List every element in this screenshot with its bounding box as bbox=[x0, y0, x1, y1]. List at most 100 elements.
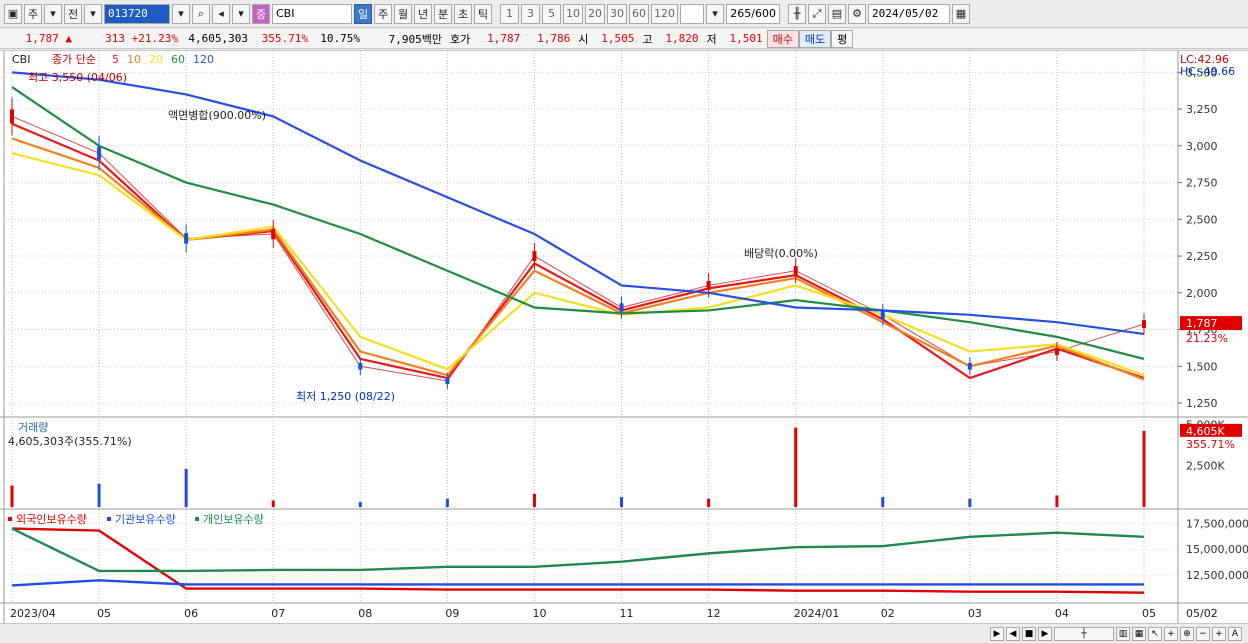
interval-button[interactable]: 5 bbox=[542, 3, 561, 24]
candle-body bbox=[10, 109, 14, 124]
high-price: 1,820 bbox=[665, 32, 699, 45]
x-axis-label: 12 bbox=[707, 607, 721, 620]
ma5-line bbox=[11, 122, 1145, 380]
candle-body bbox=[1054, 348, 1059, 356]
volume-bar bbox=[358, 502, 362, 507]
period-button[interactable]: 분 bbox=[434, 3, 452, 24]
add-icon[interactable]: + bbox=[1212, 626, 1226, 641]
bid-ask-label: 호가 bbox=[450, 32, 471, 46]
candle-body bbox=[619, 303, 624, 312]
holding-tick-label: 15,000,000 bbox=[1186, 543, 1248, 556]
stock-name-legend: CBI bbox=[12, 53, 30, 66]
ma-legend-item: 10 bbox=[127, 53, 141, 66]
stop-icon[interactable]: ■ bbox=[1022, 626, 1036, 641]
ma-legend-item: 120 bbox=[193, 53, 214, 66]
price-tick-label: 2,500 bbox=[1186, 213, 1218, 226]
chart-svg[interactable]: 2023/04 05 06 07 08 09 10 11 12 2024/01 02 03 04 05 05… bbox=[0, 51, 1248, 625]
code-dropdown-icon[interactable]: ▾ bbox=[172, 3, 190, 24]
low-note: 최저 1,250 (08/22) bbox=[296, 390, 395, 403]
holding-tick-label: 12,500,000 bbox=[1186, 569, 1248, 582]
price-tick-label: 1,500 bbox=[1186, 360, 1218, 373]
date-field[interactable]: 2024/05/02 bbox=[868, 3, 950, 24]
volume-value-label: 4,605,303주(355.71%) bbox=[8, 435, 132, 448]
grid-icon[interactable]: ▦ bbox=[1132, 626, 1146, 641]
ma60-line bbox=[11, 86, 1145, 360]
price-tick-label: 3,250 bbox=[1186, 103, 1218, 116]
period-button[interactable]: 일 bbox=[354, 3, 372, 24]
interval-custom-input[interactable] bbox=[680, 3, 704, 24]
chart-area[interactable]: 2023/04 05 06 07 08 09 10 11 12 2024/01 02 03 04 05 05… bbox=[0, 50, 1248, 625]
pointer-icon[interactable]: ↖ bbox=[1148, 626, 1162, 641]
x-axis-label: 11 bbox=[620, 607, 634, 620]
x-axis-label: 04 bbox=[1055, 607, 1069, 620]
x-axis-label: 08 bbox=[358, 607, 372, 620]
mode-b-select[interactable]: 전 bbox=[64, 3, 82, 24]
speaker-dropdown-icon[interactable]: ▾ bbox=[232, 3, 250, 24]
indicator-icon[interactable]: ⤢ bbox=[808, 3, 826, 24]
candle-type-icon[interactable]: ╫ bbox=[788, 3, 806, 24]
candle-body bbox=[271, 228, 276, 240]
search-icon[interactable]: ⌕ bbox=[192, 3, 210, 24]
x-axis-label: 03 bbox=[968, 607, 982, 620]
layout-icon[interactable]: ▥ bbox=[1116, 626, 1130, 641]
buy-button[interactable]: 매수 bbox=[766, 29, 799, 48]
mode-b-dropdown-icon[interactable]: ▾ bbox=[84, 3, 102, 24]
interval-button[interactable]: 20 bbox=[585, 3, 605, 24]
price-tick-label: 3,000 bbox=[1186, 140, 1218, 153]
current-price: 1,787 ▲ bbox=[25, 32, 72, 45]
interval-button[interactable]: 60 bbox=[629, 3, 649, 24]
letter-a-icon[interactable]: A bbox=[1228, 626, 1242, 641]
interval-button[interactable]: 1 bbox=[500, 3, 519, 24]
volume-tick-label: 2,500K bbox=[1186, 460, 1225, 473]
volume-bar bbox=[707, 498, 711, 507]
institution-holding-line bbox=[11, 579, 1144, 587]
sell-button[interactable]: 매도 bbox=[798, 29, 832, 48]
gear-icon[interactable]: ⚙ bbox=[848, 3, 866, 24]
candle-body bbox=[1142, 320, 1146, 329]
interval-button[interactable]: 10 bbox=[563, 3, 583, 24]
chart-window: ▣ 주 ▾ 전 ▾ 013720 ▾ ⌕ ◂ ▾ 증 CBI 일주월년분초틱 1… bbox=[0, 0, 1248, 643]
period-button[interactable]: 월 bbox=[394, 3, 412, 24]
count-display[interactable]: 265/600 bbox=[726, 3, 780, 24]
volume-bar bbox=[1142, 430, 1146, 507]
ask-price: 1,787 bbox=[487, 32, 521, 45]
x-axis-label: 09 bbox=[445, 607, 459, 620]
zoom-slider[interactable]: ┼ bbox=[1054, 626, 1114, 641]
interval-dropdown-icon[interactable]: ▾ bbox=[706, 3, 724, 24]
bid-price: 1,786 bbox=[537, 32, 571, 45]
window-icon[interactable]: ▣ bbox=[4, 3, 22, 24]
x-axis-label: 05 bbox=[97, 607, 111, 620]
interval-button[interactable]: 30 bbox=[607, 3, 627, 24]
period-button[interactable]: 초 bbox=[454, 3, 472, 24]
calendar-icon[interactable]: ▦ bbox=[952, 3, 970, 24]
speaker-icon[interactable]: ◂ bbox=[212, 3, 230, 24]
save-icon[interactable]: ▤ bbox=[828, 3, 846, 24]
price-tick-label: 2,000 bbox=[1186, 287, 1218, 300]
current-change-tag-text: 21.23% bbox=[1186, 332, 1228, 345]
holding-tick-label: 17,500,000 bbox=[1186, 517, 1248, 530]
mode-a-dropdown-icon[interactable]: ▾ bbox=[44, 3, 62, 24]
volume-bar bbox=[97, 483, 101, 507]
eval-button[interactable]: 평 bbox=[831, 29, 854, 48]
mode-a-select[interactable]: 주 bbox=[24, 3, 42, 24]
zoom-out-icon[interactable]: − bbox=[1196, 626, 1210, 641]
candle-body bbox=[97, 146, 102, 160]
holding-legend-swatch bbox=[107, 517, 111, 521]
holding-legend-item: 개인보유수량 bbox=[203, 513, 264, 526]
interval-button[interactable]: 3 bbox=[521, 3, 540, 24]
crosshair-icon[interactable]: + bbox=[1164, 626, 1178, 641]
zoom-in-icon[interactable]: ⊕ bbox=[1180, 626, 1194, 641]
stock-code-input[interactable]: 013720 bbox=[104, 3, 170, 24]
period-button[interactable]: 틱 bbox=[474, 3, 492, 24]
period-button[interactable]: 년 bbox=[414, 3, 432, 24]
price-change: 313 +21.23% bbox=[105, 32, 178, 45]
period-button[interactable]: 주 bbox=[374, 3, 392, 24]
ma20-line bbox=[11, 152, 1145, 377]
high-note: 최고 3,550 (04/06) bbox=[28, 71, 127, 84]
interval-button[interactable]: 120 bbox=[651, 3, 678, 24]
scroll-right-icon[interactable]: ▶ bbox=[990, 626, 1004, 641]
x-axis-label: 07 bbox=[271, 607, 285, 620]
play-back-icon[interactable]: ◀ bbox=[1006, 626, 1020, 641]
play-forward-icon[interactable]: ▶ bbox=[1038, 626, 1052, 641]
bottom-bar: ▶ ◀ ■ ▶ ┼ ▥ ▦ ↖ + ⊕ − + A bbox=[0, 623, 1248, 643]
